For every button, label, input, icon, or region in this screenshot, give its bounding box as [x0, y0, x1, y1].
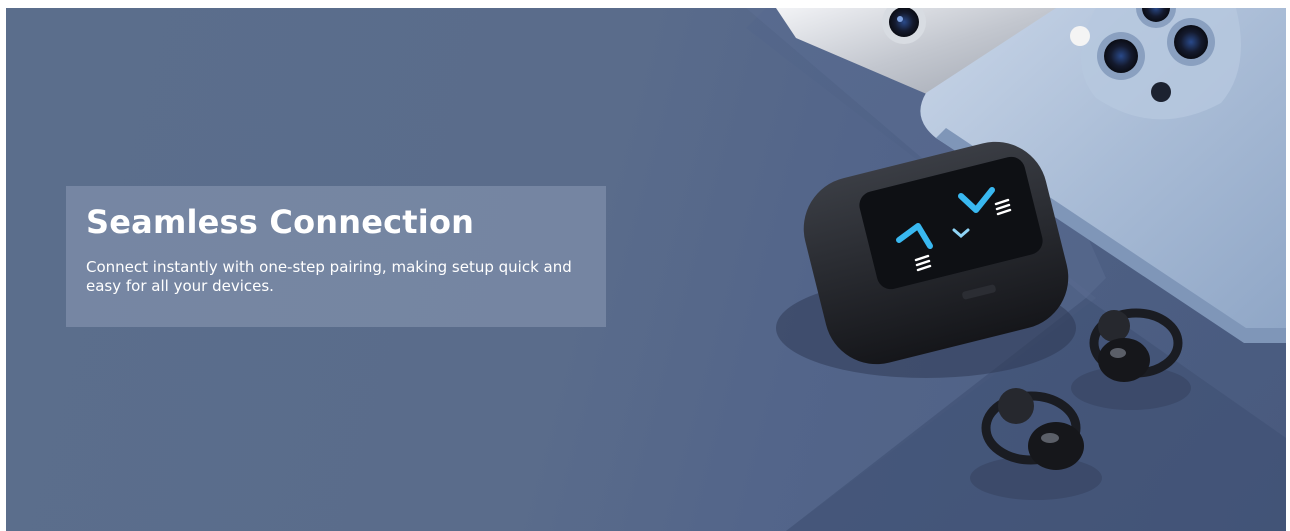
feature-text-panel: Seamless Connection Connect instantly wi… — [66, 186, 606, 327]
product-scene: Seamless Connection Connect instantly wi… — [6, 8, 1286, 531]
feature-description: Connect instantly with one-step pairing,… — [86, 258, 572, 295]
hero-banner: Seamless Connection Connect instantly wi… — [0, 0, 1290, 531]
earbud-case-icon — [776, 141, 1076, 378]
feature-title: Seamless Connection — [86, 203, 475, 241]
